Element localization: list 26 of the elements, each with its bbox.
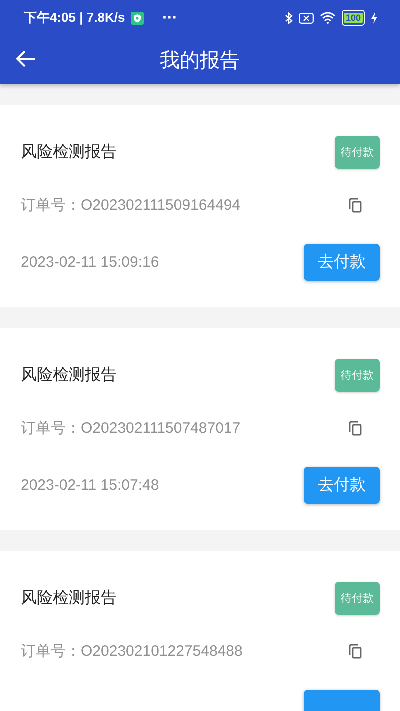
order-number: 订单号：O202302111507487017 — [21, 418, 241, 438]
status-time: 下午4:05 | 7.8K/s — [24, 9, 126, 27]
copy-icon[interactable] — [349, 198, 362, 212]
status-tag: 待付款 — [335, 358, 380, 392]
pay-button[interactable]: 去付款 — [304, 466, 380, 504]
more-dots: ··· — [162, 10, 178, 26]
order-number: 订单号：O202302111509164494 — [21, 196, 241, 214]
order-date: 2023-02-11 15:07:48 — [21, 476, 160, 494]
shield-icon — [131, 12, 144, 24]
status-tag: 待付款 — [335, 136, 380, 168]
charging-icon — [371, 12, 378, 24]
back-button[interactable] — [14, 48, 38, 70]
pay-button[interactable]: 去付款 — [304, 244, 380, 280]
wifi-icon — [320, 12, 336, 24]
battery-icon: 100 — [342, 10, 365, 26]
bluetooth-icon — [284, 12, 293, 24]
copy-icon[interactable] — [349, 644, 362, 658]
report-title: 风险检测报告 — [21, 364, 117, 386]
report-title: 风险检测报告 — [21, 142, 117, 162]
copy-icon[interactable] — [349, 420, 362, 436]
page-title: 我的报告 — [160, 46, 240, 74]
order-date: 2023-02-11 15:09:16 — [21, 254, 160, 270]
report-title: 风险检测报告 — [21, 588, 117, 608]
status-tag: 待付款 — [335, 582, 380, 614]
order-number: 订单号：O202302101227548488 — [21, 642, 243, 660]
sim-icon — [298, 12, 314, 24]
